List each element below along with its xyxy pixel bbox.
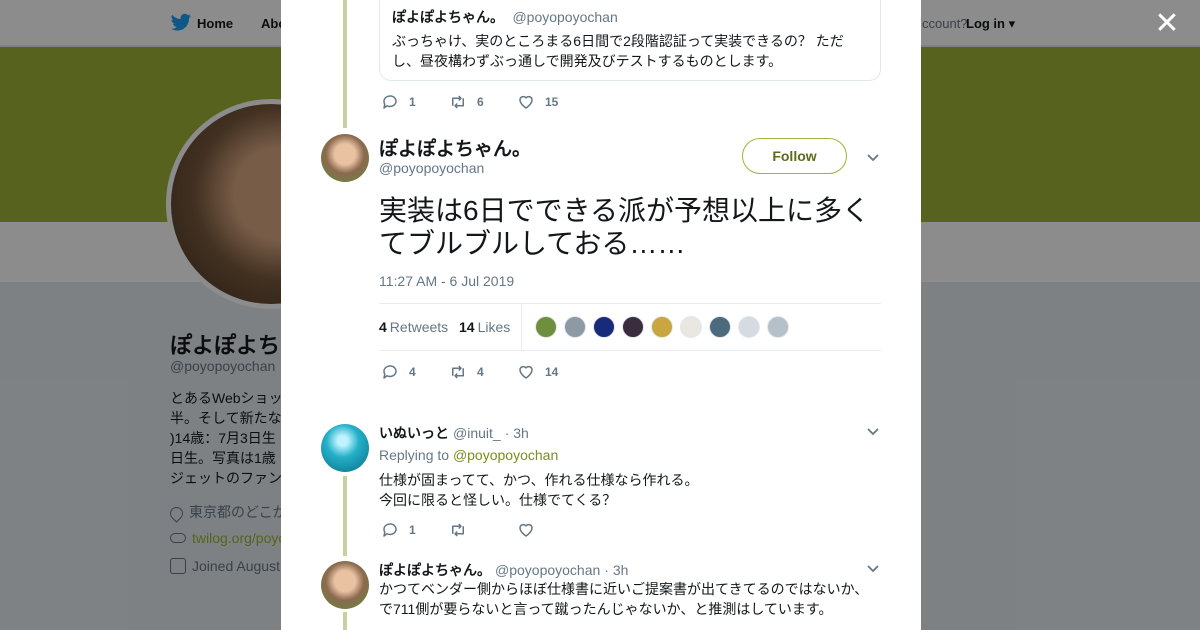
reply-count: 1	[409, 523, 416, 537]
main-tweet-text: 実装は6日でできる派が予想以上に多くてブルブルしておる……	[379, 195, 871, 259]
liker-avatars	[535, 316, 796, 338]
reply-author[interactable]: ぽよぽよちゃん。 @poyopoyochan · 3h	[379, 560, 628, 580]
like-button[interactable]: 14	[517, 363, 558, 381]
heart-icon	[519, 365, 533, 379]
reply-text-line: 今回に限ると怪しい。仕様でてくる？	[379, 492, 617, 508]
retweets-stat-count: 4	[379, 319, 387, 335]
heart-icon	[519, 523, 533, 537]
reply-icon	[383, 95, 397, 109]
like-count: 14	[545, 365, 559, 379]
liker-avatar[interactable]	[622, 316, 644, 338]
reply-button[interactable]: 1	[381, 521, 421, 539]
replying-to-prefix: Replying to	[379, 447, 450, 463]
liker-avatar[interactable]	[564, 316, 586, 338]
chevron-down-icon[interactable]	[865, 560, 881, 576]
retweets-stat[interactable]: 4 Retweets	[379, 319, 448, 335]
thread-connector-line	[343, 0, 347, 128]
reply-text-line: で711側が要らないと言って蹴ったんじゃないか、と推測はしています。	[379, 601, 833, 617]
follow-button[interactable]: Follow	[742, 138, 847, 174]
main-tweet-name[interactable]: ぽよぽよちゃん。	[379, 134, 531, 161]
reply-author-handle: @poyopoyochan	[495, 562, 601, 578]
retweet-button[interactable]	[449, 521, 489, 539]
thread-connector-line	[343, 612, 347, 630]
liker-avatar[interactable]	[709, 316, 731, 338]
replying-to-link[interactable]: @poyopoyochan	[453, 447, 558, 463]
reply-button[interactable]: 1	[381, 93, 421, 111]
replying-to: Replying to @poyopoyochan	[379, 447, 558, 463]
close-icon[interactable]: ✕	[1153, 9, 1181, 39]
reply-author[interactable]: いぬいっと @inuit_ · 3h	[379, 423, 529, 443]
likes-stat-label: Likes	[477, 319, 511, 335]
quoted-tweet-handle: @poyopoyochan	[512, 9, 618, 25]
main-tweet-avatar[interactable]	[321, 134, 369, 182]
retweet-button[interactable]: 4	[449, 363, 489, 381]
liker-avatar[interactable]	[593, 316, 615, 338]
retweets-stat-label: Retweets	[389, 319, 449, 335]
tweet-stats: 4 Retweets 14 Likes	[379, 303, 881, 351]
tweet-modal: ぽよぽよちゃん。 @poyopoyochan ぶっちゃけ、実のところまる6日間で…	[281, 0, 921, 630]
retweet-icon	[452, 95, 464, 109]
reply-text-line: 仕様が固まってて、かつ、作れる仕様なら作れる。	[379, 472, 699, 488]
liker-avatar[interactable]	[680, 316, 702, 338]
liker-avatar[interactable]	[738, 316, 760, 338]
reply-button[interactable]: 4	[381, 363, 421, 381]
reply-avatar[interactable]	[321, 561, 369, 609]
reply-author-handle: @inuit_	[453, 425, 501, 441]
reply-actions: 1	[381, 520, 585, 540]
reply-time[interactable]: · 3h	[604, 562, 628, 578]
reply-text: 仕様が固まってて、かつ、作れる仕様なら作れる。 今回に限ると怪しい。仕様でてくる…	[379, 470, 879, 510]
heart-icon	[519, 95, 533, 109]
reply-text-line: かつてベンダー側からほぼ仕様書に近いご提案書が出てきてるのではないか、	[379, 581, 869, 597]
chevron-down-icon[interactable]	[865, 149, 881, 165]
main-tweet-handle[interactable]: @poyopoyochan	[379, 160, 484, 176]
reply-time[interactable]: · 3h	[505, 425, 529, 441]
chevron-down-icon[interactable]	[865, 423, 881, 439]
reply-count: 4	[409, 365, 416, 379]
stats-divider	[521, 304, 522, 350]
reply-icon	[383, 523, 397, 537]
liker-avatar[interactable]	[651, 316, 673, 338]
reply-icon	[383, 365, 397, 379]
reply-author-name: いぬいっと	[379, 425, 449, 441]
main-tweet-actions: 4 4 14	[381, 362, 586, 382]
main-tweet-timestamp[interactable]: 11:27 AM - 6 Jul 2019	[379, 273, 514, 289]
likes-stat-count: 14	[459, 319, 475, 335]
liker-avatar[interactable]	[535, 316, 557, 338]
reply-author-name: ぽよぽよちゃん。	[379, 562, 491, 578]
likes-stat[interactable]: 14 Likes	[459, 319, 510, 335]
quoted-tweet-card[interactable]: ぽよぽよちゃん。 @poyopoyochan ぶっちゃけ、実のところまる6日間で…	[379, 0, 881, 81]
like-count: 15	[545, 95, 559, 109]
retweet-icon	[452, 365, 464, 379]
thread-connector-line	[343, 476, 347, 556]
reply-text: かつてベンダー側からほぼ仕様書に近いご提案書が出てきてるのではないか、 で711…	[379, 579, 879, 619]
retweet-count: 6	[477, 95, 484, 109]
reply-avatar[interactable]	[321, 424, 369, 472]
like-button[interactable]: 15	[517, 93, 558, 111]
retweet-button[interactable]: 6	[449, 93, 489, 111]
retweet-icon	[452, 523, 464, 537]
liker-avatar[interactable]	[767, 316, 789, 338]
quoted-tweet-actions: 1 6 15	[381, 92, 586, 112]
reply-count: 1	[409, 95, 416, 109]
quoted-tweet-name: ぽよぽよちゃん。	[392, 9, 504, 25]
retweet-count: 4	[477, 365, 484, 379]
like-button[interactable]	[517, 521, 557, 539]
quoted-tweet-text: ぶっちゃけ、実のところまる6日間で2段階認証って実装できるの？ ただし、昼夜構わ…	[392, 33, 844, 69]
